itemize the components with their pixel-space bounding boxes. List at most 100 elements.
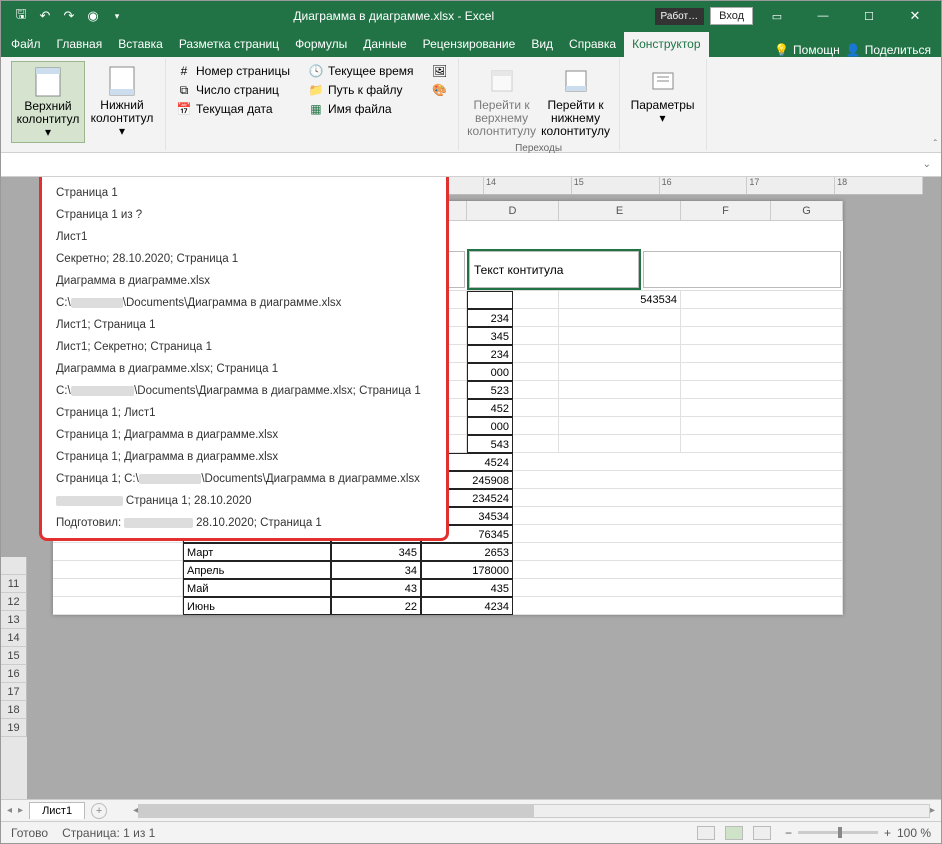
cell[interactable]: 000 bbox=[467, 363, 513, 381]
cell[interactable] bbox=[559, 309, 681, 327]
cell[interactable] bbox=[513, 543, 843, 561]
cell[interactable] bbox=[513, 291, 559, 309]
view-page-layout-icon[interactable] bbox=[725, 826, 743, 840]
cell[interactable] bbox=[559, 363, 681, 381]
signin-button[interactable]: Вход bbox=[710, 7, 753, 25]
qat-dropdown-icon[interactable]: ▾ bbox=[109, 8, 125, 24]
account-badge[interactable]: Работ… bbox=[655, 8, 705, 25]
current-time-button[interactable]: 🕓Текущее время bbox=[308, 63, 414, 79]
dropdown-item[interactable]: Секретно; 28.10.2020; Страница 1 bbox=[42, 248, 446, 270]
cell-val2[interactable]: 4234 bbox=[421, 597, 513, 615]
dropdown-item[interactable]: Страница 1; C:\\Documents\Диаграмма в ди… bbox=[42, 468, 446, 490]
horizontal-scrollbar[interactable]: ◂▸ bbox=[133, 804, 935, 818]
close-button[interactable]: ✕ bbox=[893, 2, 937, 30]
dropdown-item[interactable]: Диаграмма в диаграмме.xlsx bbox=[42, 270, 446, 292]
cell[interactable]: 345 bbox=[467, 327, 513, 345]
maximize-button[interactable]: ☐ bbox=[847, 2, 891, 30]
view-normal-icon[interactable] bbox=[697, 826, 715, 840]
cell[interactable]: 543534 bbox=[559, 291, 681, 309]
cell[interactable] bbox=[513, 327, 559, 345]
page-count-button[interactable]: ⧉Число страниц bbox=[176, 82, 290, 98]
cell[interactable] bbox=[513, 381, 559, 399]
format-picture-button[interactable]: 🎨 bbox=[432, 82, 448, 98]
dropdown-item[interactable]: Страница 1; Диаграмма в диаграмме.xlsx bbox=[42, 446, 446, 468]
cell-val1[interactable]: 345 bbox=[331, 543, 421, 561]
cell-val2[interactable]: 435 bbox=[421, 579, 513, 597]
zoom-out-button[interactable]: − bbox=[785, 826, 792, 840]
tab-view[interactable]: Вид bbox=[523, 32, 561, 57]
cell[interactable] bbox=[559, 399, 681, 417]
cell[interactable] bbox=[513, 345, 559, 363]
row-header[interactable]: 15 bbox=[1, 647, 27, 665]
tab-design[interactable]: Конструктор bbox=[624, 32, 708, 57]
dropdown-item[interactable]: Страница 1; Лист1 bbox=[42, 402, 446, 424]
ribbon-display-icon[interactable]: ▭ bbox=[755, 2, 799, 30]
picture-button[interactable]: 🖼 bbox=[432, 63, 448, 79]
cell[interactable] bbox=[559, 417, 681, 435]
cell[interactable] bbox=[513, 309, 559, 327]
tab-layout[interactable]: Разметка страниц bbox=[171, 32, 287, 57]
dropdown-item[interactable]: C:\\Documents\Диаграмма в диаграмме.xlsx… bbox=[42, 380, 446, 402]
cell[interactable] bbox=[467, 291, 513, 309]
cell[interactable] bbox=[513, 507, 843, 525]
cell-val2[interactable]: 2653 bbox=[421, 543, 513, 561]
cell[interactable] bbox=[513, 471, 843, 489]
dropdown-item[interactable]: Страница 1 bbox=[42, 182, 446, 204]
sheet-tab[interactable]: Лист1 bbox=[29, 802, 85, 819]
tell-me[interactable]: 💡 Помощн bbox=[774, 43, 840, 57]
zoom-level[interactable]: 100 % bbox=[897, 826, 931, 840]
cell[interactable] bbox=[681, 309, 843, 327]
dropdown-item[interactable]: Лист1; Секретно; Страница 1 bbox=[42, 336, 446, 358]
camera-icon[interactable]: ◉ bbox=[85, 8, 101, 24]
add-sheet-button[interactable]: + bbox=[91, 803, 107, 819]
current-date-button[interactable]: 📅Текущая дата bbox=[176, 101, 290, 117]
row-header[interactable]: 11 bbox=[1, 575, 27, 593]
tab-data[interactable]: Данные bbox=[355, 32, 414, 57]
col-f[interactable]: F bbox=[681, 201, 771, 221]
cell[interactable] bbox=[513, 453, 843, 471]
row-header[interactable]: 18 bbox=[1, 701, 27, 719]
cell[interactable] bbox=[681, 363, 843, 381]
cell[interactable] bbox=[53, 543, 183, 561]
zoom-slider[interactable] bbox=[798, 831, 878, 834]
cell[interactable] bbox=[681, 399, 843, 417]
cell[interactable] bbox=[681, 381, 843, 399]
cell[interactable] bbox=[559, 381, 681, 399]
col-e[interactable]: E bbox=[559, 201, 681, 221]
dropdown-item[interactable]: Страница 1 из ? bbox=[42, 204, 446, 226]
row-header[interactable] bbox=[1, 557, 27, 575]
header-center[interactable]: Текст контитула bbox=[469, 251, 639, 288]
dropdown-item[interactable]: Лист1; Страница 1 bbox=[42, 314, 446, 336]
cell[interactable] bbox=[513, 417, 559, 435]
cell[interactable] bbox=[559, 327, 681, 345]
cell[interactable] bbox=[513, 489, 843, 507]
cell[interactable] bbox=[559, 435, 681, 453]
cell-month[interactable]: Июнь bbox=[183, 597, 331, 615]
cell[interactable] bbox=[53, 597, 183, 615]
row-header[interactable]: 19 bbox=[1, 719, 27, 737]
dropdown-item[interactable]: Страница 1; Диаграмма в диаграмме.xlsx bbox=[42, 424, 446, 446]
sheet-nav-prev-icon[interactable]: ◂ bbox=[7, 805, 12, 816]
cell[interactable]: 452 bbox=[467, 399, 513, 417]
cell-month[interactable]: Май bbox=[183, 579, 331, 597]
tab-formulas[interactable]: Формулы bbox=[287, 32, 355, 57]
view-page-break-icon[interactable] bbox=[753, 826, 771, 840]
col-d[interactable]: D bbox=[467, 201, 559, 221]
dropdown-item[interactable]: Подготовил: 28.10.2020; Страница 1 bbox=[42, 512, 446, 534]
cell[interactable] bbox=[681, 327, 843, 345]
cell-val1[interactable]: 43 bbox=[331, 579, 421, 597]
cell[interactable]: 543 bbox=[467, 435, 513, 453]
tab-file[interactable]: Файл bbox=[3, 32, 49, 57]
share-button[interactable]: 👤 Поделиться bbox=[846, 43, 931, 57]
cell[interactable] bbox=[681, 345, 843, 363]
tab-home[interactable]: Главная bbox=[49, 32, 111, 57]
cell-val1[interactable]: 22 bbox=[331, 597, 421, 615]
undo-icon[interactable]: ↶ bbox=[37, 8, 53, 24]
dropdown-item[interactable]: Лист1 bbox=[42, 226, 446, 248]
redo-icon[interactable]: ↷ bbox=[61, 8, 77, 24]
dropdown-item[interactable]: Диаграмма в диаграмме.xlsx; Страница 1 bbox=[42, 358, 446, 380]
goto-footer-button[interactable]: Перейти к нижнемуколонтитулу bbox=[539, 61, 613, 141]
cell[interactable] bbox=[513, 399, 559, 417]
header-right[interactable] bbox=[643, 251, 841, 288]
cell[interactable] bbox=[513, 435, 559, 453]
